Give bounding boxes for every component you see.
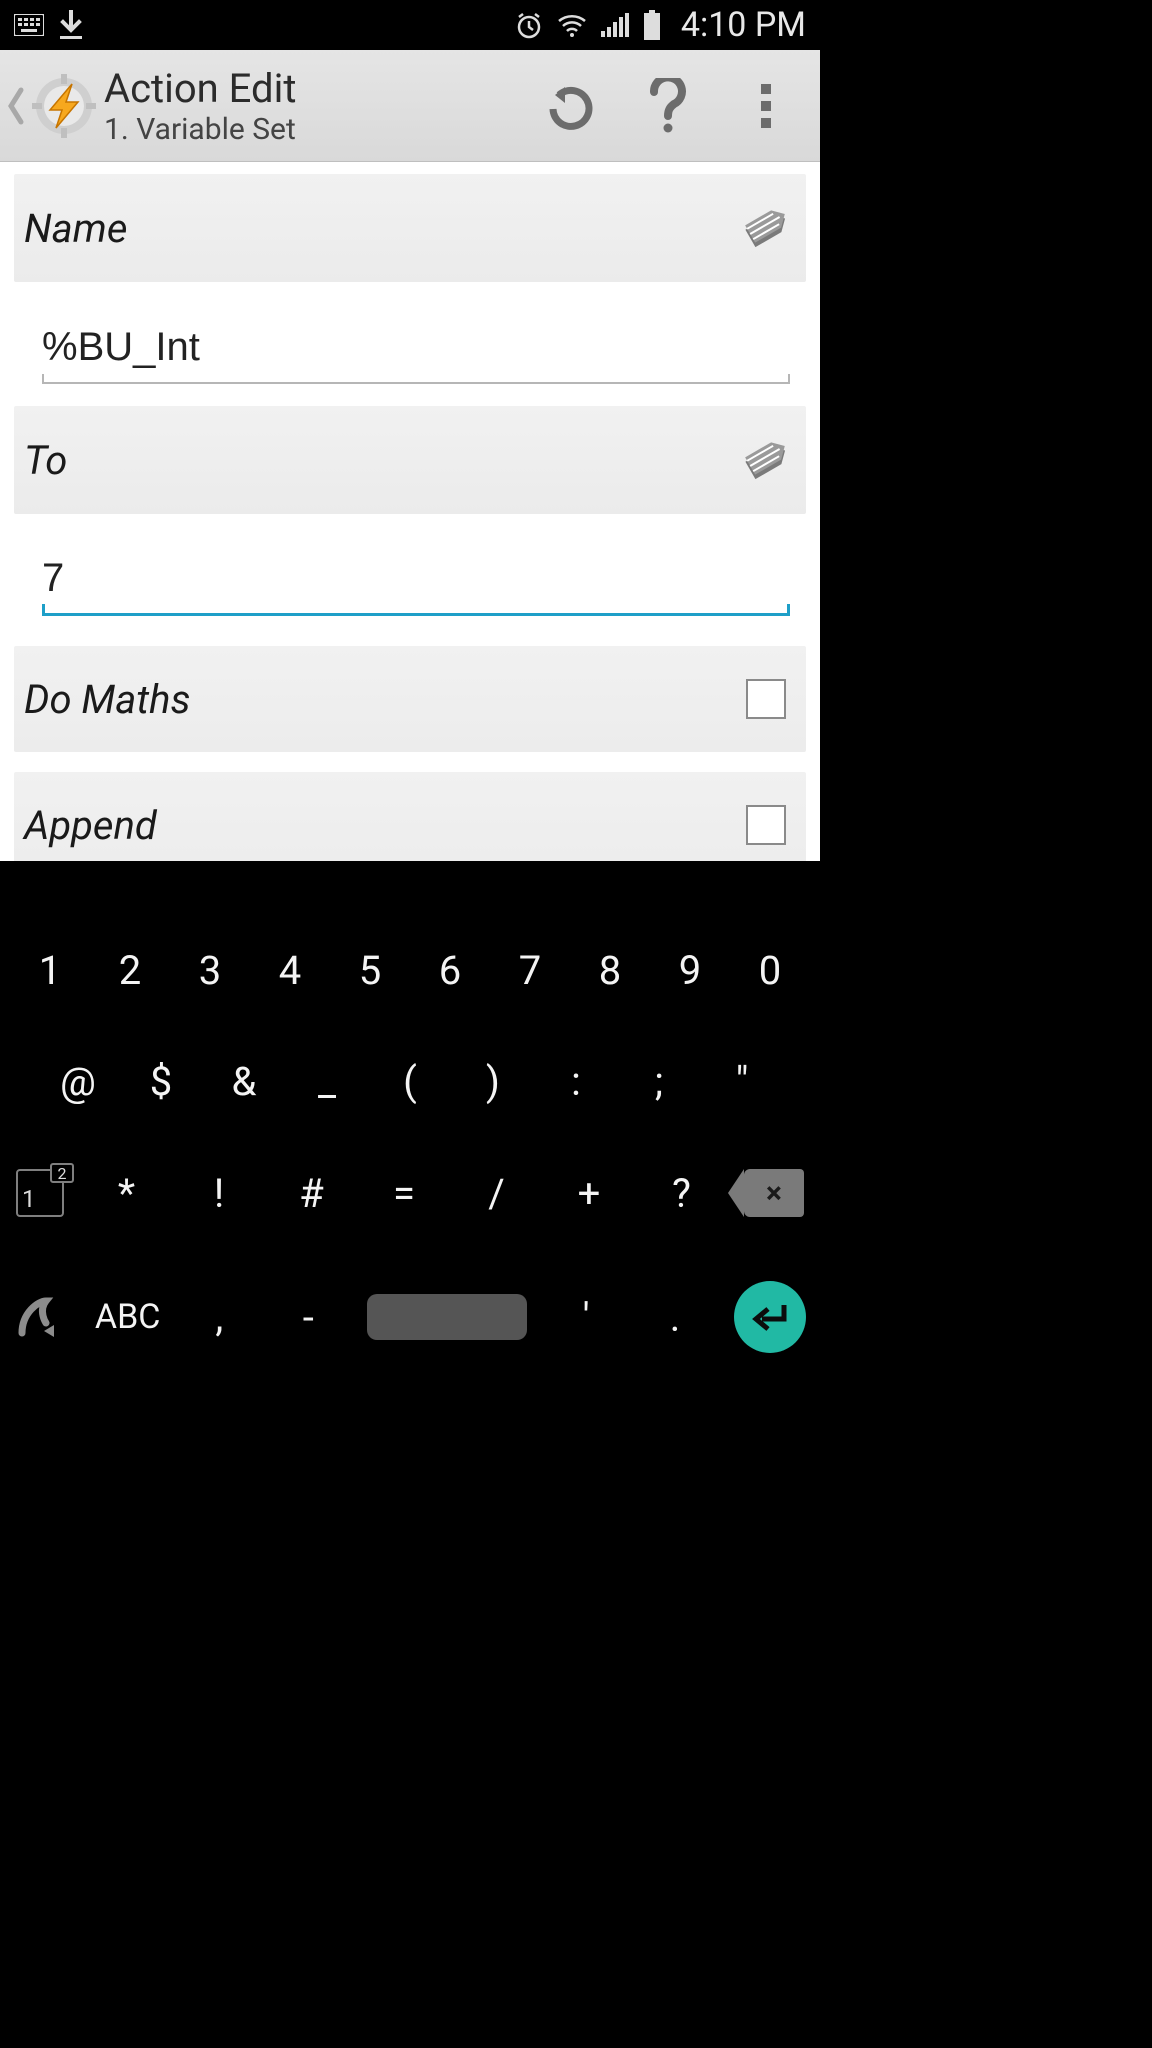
append-row[interactable]: Append (14, 772, 806, 861)
kb-row-1: 1 2 3 4 5 6 7 8 9 0 (8, 947, 812, 994)
key-underscore[interactable]: _ (297, 1058, 357, 1105)
key-question[interactable]: ? (652, 1170, 712, 1217)
name-tag-icon[interactable] (736, 202, 792, 254)
key-9[interactable]: 9 (660, 947, 720, 994)
key-hash[interactable]: # (282, 1170, 342, 1217)
key-8[interactable]: 8 (580, 947, 640, 994)
section-name-label: Name (24, 205, 127, 252)
to-input[interactable] (42, 544, 790, 616)
alarm-icon (515, 11, 543, 39)
mode-main-number: 1 (22, 1185, 36, 1213)
back-button[interactable] (6, 86, 30, 126)
key-semicolon[interactable]: ; (629, 1058, 689, 1105)
app-header: Action Edit 1. Variable Set (0, 50, 820, 162)
key-symbol-page[interactable]: 1 2 (16, 1169, 64, 1217)
section-name-header: Name (14, 174, 806, 282)
backspace-icon: × (766, 1176, 782, 1211)
key-4[interactable]: 4 (260, 947, 320, 994)
key-dash[interactable]: - (278, 1294, 338, 1341)
do-maths-checkbox[interactable] (746, 679, 786, 719)
key-slash[interactable]: / (467, 1170, 527, 1217)
name-field-wrap (0, 282, 820, 394)
key-backspace[interactable]: × (744, 1169, 804, 1217)
key-lparen[interactable]: ( (380, 1058, 440, 1105)
content-area: Name To Do Maths Append (0, 162, 820, 861)
status-right: 4:10 PM (515, 5, 806, 45)
kb-row-3: 1 2 * ! # = / + ? × (8, 1169, 812, 1217)
key-equals[interactable]: = (374, 1170, 434, 1217)
key-rparen[interactable]: ) (463, 1058, 523, 1105)
download-icon (58, 10, 84, 40)
do-maths-row[interactable]: Do Maths (14, 646, 806, 752)
keyboard-icon (14, 14, 44, 36)
kb-row-2: @ $ & _ ( ) : ; " (8, 1058, 812, 1105)
header-titles: Action Edit 1. Variable Set (98, 65, 542, 147)
soft-keyboard: 1 2 3 4 5 6 7 8 9 0 @ $ & _ ( ) : ; " 1 … (0, 861, 820, 1456)
status-bar: 4:10 PM (0, 0, 820, 50)
key-plus[interactable]: + (559, 1170, 619, 1217)
key-abc[interactable]: ABC (95, 1297, 161, 1337)
signal-icon (601, 13, 629, 37)
key-bang[interactable]: ! (189, 1170, 249, 1217)
battery-icon (643, 10, 661, 40)
page-title: Action Edit (104, 65, 542, 112)
key-5[interactable]: 5 (340, 947, 400, 994)
to-tag-icon[interactable] (736, 434, 792, 486)
key-7[interactable]: 7 (500, 947, 560, 994)
to-field-wrap (0, 514, 820, 626)
kb-row-4: ABC , - ' . (8, 1281, 812, 1353)
key-3[interactable]: 3 (180, 947, 240, 994)
app-logo-icon (30, 72, 98, 140)
swype-icon[interactable] (14, 1291, 66, 1343)
key-space[interactable] (367, 1294, 527, 1340)
key-colon[interactable]: : (546, 1058, 606, 1105)
section-to-header: To (14, 406, 806, 514)
key-6[interactable]: 6 (420, 947, 480, 994)
key-at[interactable]: @ (48, 1058, 108, 1105)
status-left (14, 10, 84, 40)
key-comma[interactable]: , (189, 1294, 249, 1341)
key-amp[interactable]: & (214, 1058, 274, 1105)
key-enter[interactable] (734, 1281, 806, 1353)
page-subtitle: 1. Variable Set (104, 112, 542, 147)
section-to-label: To (24, 437, 67, 484)
undo-button[interactable] (542, 78, 598, 134)
overflow-menu-button[interactable] (738, 78, 794, 134)
name-input[interactable] (42, 312, 790, 384)
key-quote[interactable]: " (712, 1058, 772, 1105)
key-period[interactable]: . (645, 1294, 705, 1341)
key-apostrophe[interactable]: ' (556, 1294, 616, 1341)
wifi-icon (557, 13, 587, 37)
key-dollar[interactable]: $ (131, 1058, 191, 1105)
clock-text: 4:10 PM (681, 5, 806, 45)
help-button[interactable] (640, 78, 696, 134)
key-0[interactable]: 0 (740, 947, 800, 994)
key-star[interactable]: * (97, 1170, 157, 1217)
append-checkbox[interactable] (746, 805, 786, 845)
mode-super-number: 2 (50, 1163, 74, 1183)
do-maths-label: Do Maths (24, 676, 190, 723)
header-actions (542, 78, 810, 134)
key-1[interactable]: 1 (20, 947, 80, 994)
key-2[interactable]: 2 (100, 947, 160, 994)
append-label: Append (24, 802, 157, 849)
